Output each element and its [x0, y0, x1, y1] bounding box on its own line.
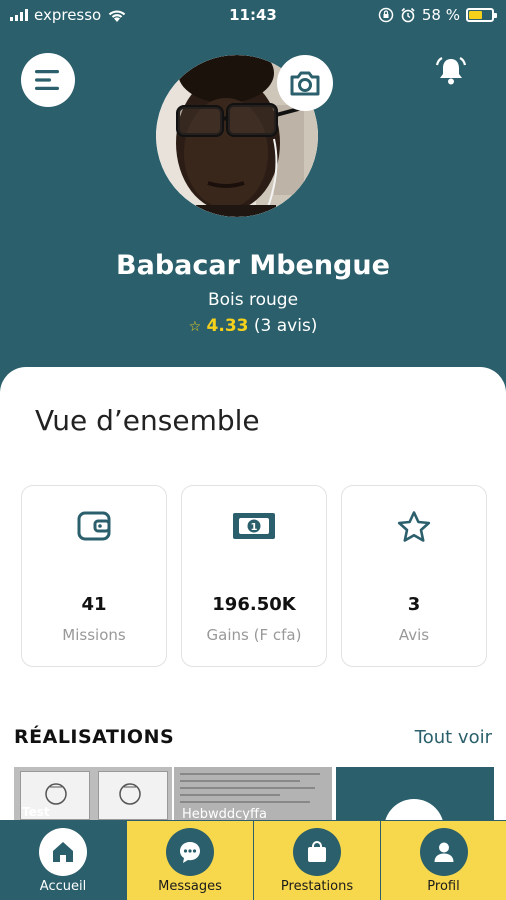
notifications-button[interactable]	[434, 56, 468, 86]
menu-icon	[35, 70, 59, 90]
realisation-caption: Hebwddcyffa	[182, 807, 267, 820]
status-right: 58 %	[378, 6, 497, 24]
battery-percent: 58 %	[421, 6, 460, 24]
stat-value: 41	[81, 594, 107, 615]
wallet-icon	[77, 511, 111, 541]
banknote-icon: 1	[233, 513, 275, 539]
stat-label: Avis	[398, 626, 430, 644]
alarm-icon	[401, 7, 415, 23]
nav-label: Messages	[158, 879, 222, 894]
user-icon	[434, 842, 453, 862]
camera-icon	[290, 71, 320, 96]
stat-label: Gains (F cfa)	[206, 626, 302, 644]
chat-icon	[180, 842, 200, 863]
realisations-title: RÉALISATIONS	[14, 726, 175, 748]
stat-value: 3	[407, 594, 421, 615]
add-realisation-circle	[384, 799, 444, 820]
realisation-item[interactable]: Test	[14, 767, 172, 820]
realisation-item[interactable]	[336, 767, 494, 820]
nav-label: Prestations	[280, 879, 354, 894]
profile-rating: ☆ 4.33 (3 avis)	[0, 316, 506, 336]
overview-title: Vue d’ensemble	[35, 404, 260, 437]
profile-name: Babacar Mbengue	[116, 250, 390, 281]
realisation-item[interactable]: Hebwddcyffa	[174, 767, 332, 820]
realisation-caption: Test	[22, 805, 50, 819]
nav-label: Accueil	[39, 879, 87, 894]
menu-button[interactable]	[21, 53, 75, 107]
stat-missions[interactable]: 41 Missions	[21, 485, 167, 667]
rotation-lock-icon	[378, 7, 394, 23]
profile-location: Bois rouge	[207, 290, 299, 310]
status-bar: expresso 11:43 58 %	[0, 0, 506, 30]
stat-value: 196.50K	[212, 594, 296, 615]
home-icon	[53, 842, 73, 862]
change-photo-button[interactable]	[277, 55, 333, 111]
stat-gains[interactable]: 1 196.50K Gains (F cfa)	[181, 485, 327, 667]
battery-icon	[466, 8, 497, 22]
rating-value: 4.33	[206, 316, 249, 336]
nav-messages[interactable]: Messages	[127, 820, 254, 900]
profile-header: expresso 11:43 58 % Babacar Mbengue Bois…	[0, 0, 506, 400]
bell-icon	[435, 57, 467, 85]
stat-label: Missions	[62, 626, 126, 644]
see-all-link[interactable]: Tout voir	[415, 727, 492, 748]
star-icon	[397, 511, 431, 542]
bag-icon	[308, 841, 326, 862]
nav-accueil[interactable]: Accueil	[0, 820, 127, 900]
nav-label: Profil	[427, 879, 460, 894]
svg-text:1: 1	[251, 522, 258, 533]
nav-prestations[interactable]: Prestations	[254, 820, 381, 900]
stat-avis[interactable]: 3 Avis	[341, 485, 487, 667]
star-outline-icon: ☆	[188, 319, 202, 335]
review-count: (3 avis)	[253, 316, 318, 336]
battery-level	[469, 11, 482, 19]
nav-profil[interactable]: Profil	[381, 820, 506, 900]
bottom-navigation: Accueil Messages Prestations Profil	[0, 820, 506, 900]
